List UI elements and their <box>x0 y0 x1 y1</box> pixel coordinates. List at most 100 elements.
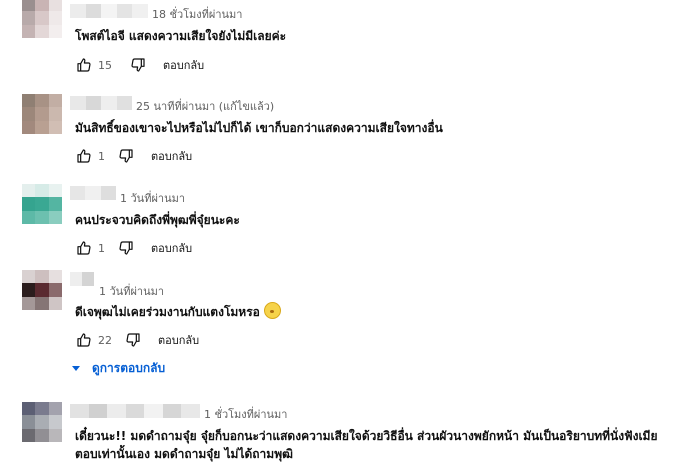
avatar-pixel <box>35 197 49 211</box>
avatar-pixel <box>48 270 62 284</box>
avatar[interactable] <box>22 94 62 134</box>
avatar-pixel <box>35 184 49 198</box>
avatar-pixel <box>35 120 49 134</box>
reply-button[interactable]: ตอบกลับ <box>151 147 192 165</box>
avatar-pixel <box>35 0 49 12</box>
flushed-face-emoji-icon <box>263 302 281 319</box>
comment-text: ดีเจพุฒไม่เคยร่วมงานกับแตงโมหรอ <box>75 302 281 322</box>
avatar-pixel <box>35 402 49 416</box>
author-name-redacted[interactable] <box>70 96 132 110</box>
name-pixel <box>85 4 102 18</box>
name-pixel <box>85 96 101 110</box>
chevron-down-icon <box>72 366 80 371</box>
avatar-pixel <box>48 296 62 310</box>
avatar-pixel <box>22 210 36 224</box>
name-pixel <box>100 186 116 200</box>
avatar-pixel <box>22 120 36 134</box>
avatar-pixel <box>48 402 62 416</box>
avatar-pixel <box>48 184 62 198</box>
avatar-pixel <box>22 283 36 297</box>
avatar-pixel <box>48 283 62 297</box>
name-pixel <box>144 404 163 418</box>
like-count: 1 <box>98 241 105 255</box>
name-pixel <box>116 96 132 110</box>
comment-timestamp[interactable]: 18 ชั่วโมงที่ผ่านมา <box>152 5 243 23</box>
like-count: 1 <box>98 149 105 163</box>
thumbs-down-icon[interactable] <box>124 331 142 349</box>
author-name-redacted[interactable] <box>70 186 116 200</box>
comment-text-body: ดีเจพุฒไม่เคยร่วมงานกับแตงโมหรอ <box>75 305 260 319</box>
comment-text-line-2: ตอบเท่านั้นเอง มดดำถามจุ๋ย ไม่ได้ถามพุฒิ <box>75 447 293 461</box>
avatar-pixel <box>48 197 62 211</box>
name-pixel <box>70 96 86 110</box>
view-replies-button[interactable]: ดูการตอบกลับ <box>72 359 165 378</box>
avatar-pixel <box>22 415 36 429</box>
reply-button[interactable]: ตอบกลับ <box>158 331 199 349</box>
avatar-pixel <box>22 0 36 12</box>
avatar-pixel <box>22 11 36 25</box>
comment-text-line-1: เดี๋ยวนะ!! มดดำถามจุ๋ย จุ๋ยก็บอกนะว่าแสด… <box>75 429 658 443</box>
thumbs-down-icon[interactable] <box>117 147 135 165</box>
avatar-pixel <box>35 94 49 108</box>
avatar-pixel <box>35 210 49 224</box>
avatar-pixel <box>22 184 36 198</box>
comment-text: โพสต์ไอจี แสดงความเสียใจยังไม่มีเลยค่ะ <box>75 29 287 43</box>
author-name-redacted[interactable] <box>70 272 94 286</box>
avatar-pixel <box>48 11 62 25</box>
avatar-pixel <box>22 197 36 211</box>
like-count: 15 <box>98 58 112 72</box>
avatar[interactable] <box>22 184 62 224</box>
comment-timestamp[interactable]: 25 นาทีที่ผ่านมา (แก้ไขแล้ว) <box>136 97 274 115</box>
like-count: 22 <box>98 333 112 347</box>
name-pixel <box>88 404 108 418</box>
thumbs-up-icon[interactable] <box>75 56 93 74</box>
reply-button[interactable]: ตอบกลับ <box>151 239 192 257</box>
comment-actions: 1 ตอบกลับ <box>75 146 192 166</box>
avatar-pixel <box>35 270 49 284</box>
thumbs-up-icon[interactable] <box>75 147 93 165</box>
avatar[interactable] <box>22 0 62 38</box>
thumbs-down-icon[interactable] <box>129 56 147 74</box>
comment-actions: 1 ตอบกลับ <box>75 238 192 258</box>
avatar-pixel <box>22 94 36 108</box>
name-pixel <box>101 96 117 110</box>
comment-text: คนประจวบคิดถึงพี่พุฒพี่จุ๋ยนะคะ <box>75 213 240 227</box>
avatar-pixel <box>48 428 62 442</box>
comment-timestamp[interactable]: 1 วันที่ผ่านมา <box>99 282 164 300</box>
avatar-pixel <box>22 24 36 38</box>
reply-button[interactable]: ตอบกลับ <box>163 56 204 74</box>
name-pixel <box>70 186 86 200</box>
avatar[interactable] <box>22 270 62 310</box>
thumbs-down-icon[interactable] <box>117 239 135 257</box>
avatar-pixel <box>35 296 49 310</box>
comment-timestamp[interactable]: 1 ชั่วโมงที่ผ่านมา <box>204 405 288 423</box>
name-pixel <box>85 186 101 200</box>
comment-timestamp[interactable]: 1 วันที่ผ่านมา <box>120 189 185 207</box>
avatar-pixel <box>48 107 62 121</box>
avatar-pixel <box>22 296 36 310</box>
comment-actions: 15 ตอบกลับ <box>75 55 204 75</box>
avatar[interactable] <box>22 402 62 442</box>
avatar-pixel <box>48 210 62 224</box>
name-pixel <box>116 4 133 18</box>
author-name-redacted[interactable] <box>70 4 148 18</box>
name-pixel <box>107 404 126 418</box>
avatar-pixel <box>35 415 49 429</box>
avatar-pixel <box>48 415 62 429</box>
name-pixel <box>162 404 182 418</box>
avatar-pixel <box>35 283 49 297</box>
view-replies-label: ดูการตอบกลับ <box>92 361 166 375</box>
thumbs-up-icon[interactable] <box>75 331 93 349</box>
avatar-pixel <box>35 11 49 25</box>
avatar-pixel <box>22 107 36 121</box>
name-pixel <box>101 4 117 18</box>
avatar-pixel <box>48 0 62 12</box>
thumbs-up-icon[interactable] <box>75 239 93 257</box>
avatar-pixel <box>35 428 49 442</box>
avatar-pixel <box>22 270 36 284</box>
author-name-redacted[interactable] <box>70 404 201 418</box>
name-pixel <box>132 4 148 18</box>
avatar-pixel <box>48 120 62 134</box>
name-pixel <box>82 272 94 286</box>
name-pixel <box>181 404 201 418</box>
